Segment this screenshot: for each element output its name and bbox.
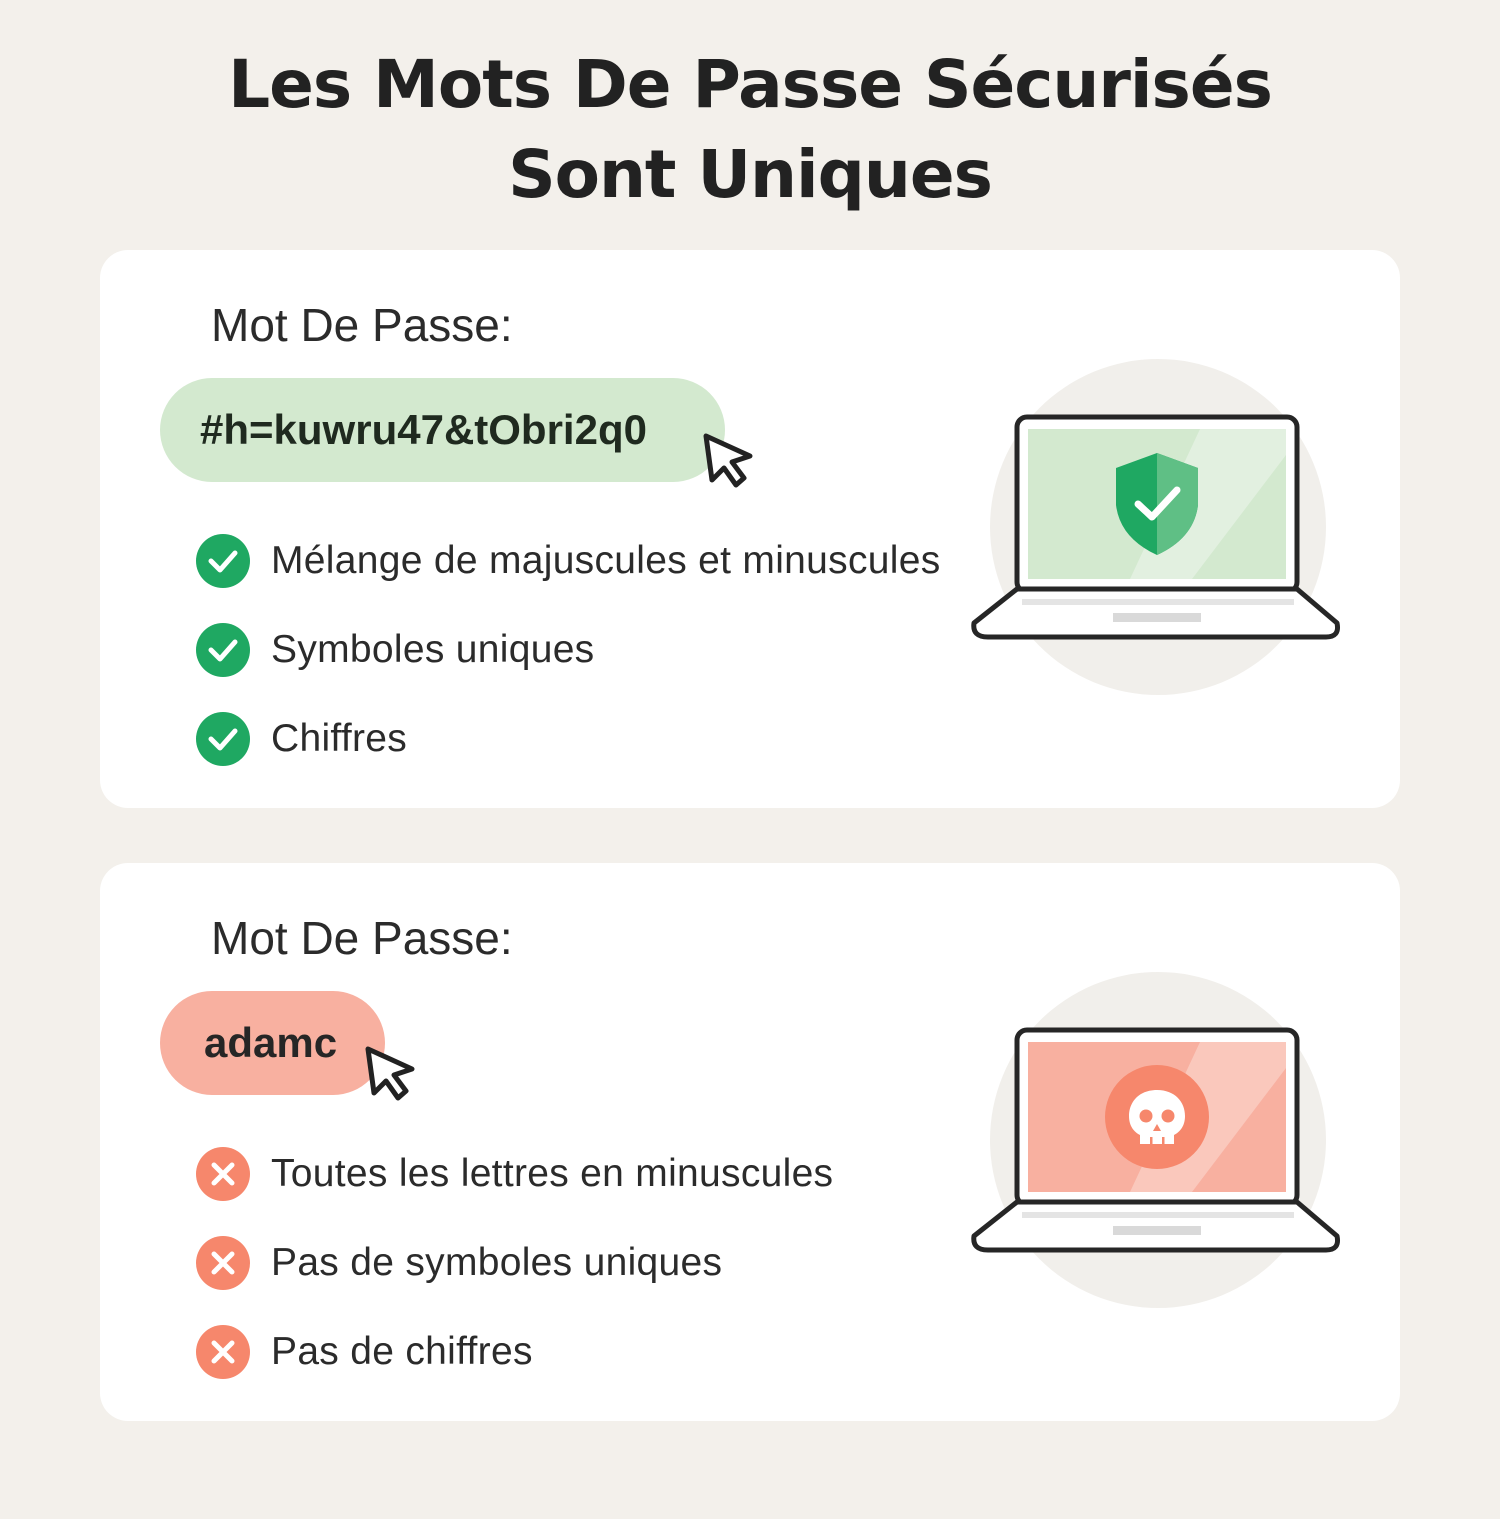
criteria-text: Pas de symboles uniques — [271, 1240, 723, 1284]
password-value: #h=kuwru47&tObri2q0 — [200, 406, 647, 453]
weak-criteria-list: Toutes les lettres en minuscules Pas de … — [195, 1129, 833, 1396]
criteria-item: Pas de chiffres — [195, 1307, 833, 1396]
weak-password-field[interactable]: adamc — [160, 991, 385, 1095]
page-title: Les Mots De Passe Sécurisés Sont Uniques — [0, 40, 1500, 220]
strong-password-field[interactable]: #h=kuwru47&tObri2q0 — [160, 378, 725, 482]
compromised-laptop-illustration — [971, 972, 1340, 1308]
strong-criteria-list: Mélange de majuscules et minuscules Symb… — [195, 516, 941, 783]
cursor-icon — [703, 433, 753, 488]
criteria-item: Pas de symboles uniques — [195, 1218, 833, 1307]
weak-password-card: Mot De Passe: adamc Toutes les lettres e… — [100, 863, 1400, 1421]
criteria-text: Toutes les lettres en minuscules — [271, 1151, 834, 1195]
password-label: Mot De Passe: — [211, 912, 513, 964]
cursor-icon — [365, 1046, 415, 1101]
criteria-text: Pas de chiffres — [271, 1329, 533, 1373]
criteria-item: Chiffres — [195, 694, 941, 783]
title-line-1: Les Mots De Passe Sécurisés — [228, 46, 1273, 123]
title-line-2: Sont Uniques — [508, 136, 993, 213]
criteria-text: Chiffres — [271, 716, 408, 760]
criteria-text: Symboles uniques — [271, 627, 595, 671]
criteria-item: Toutes les lettres en minuscules — [195, 1129, 833, 1218]
password-label: Mot De Passe: — [211, 299, 513, 351]
password-value: adamc — [204, 1019, 338, 1066]
strong-password-card: Mot De Passe: #h=kuwru47&tObri2q0 Mélang… — [100, 250, 1400, 808]
x-circle-icon — [196, 1235, 250, 1290]
criteria-item: Symboles uniques — [195, 605, 941, 694]
skull-icon — [1105, 1065, 1209, 1169]
check-circle-icon — [196, 622, 250, 677]
check-circle-icon — [196, 533, 250, 588]
secure-laptop-illustration — [971, 359, 1340, 695]
criteria-item: Mélange de majuscules et minuscules — [195, 516, 941, 605]
criteria-text: Mélange de majuscules et minuscules — [271, 538, 941, 582]
x-circle-icon — [196, 1324, 250, 1379]
x-circle-icon — [196, 1146, 250, 1201]
check-circle-icon — [196, 711, 250, 766]
